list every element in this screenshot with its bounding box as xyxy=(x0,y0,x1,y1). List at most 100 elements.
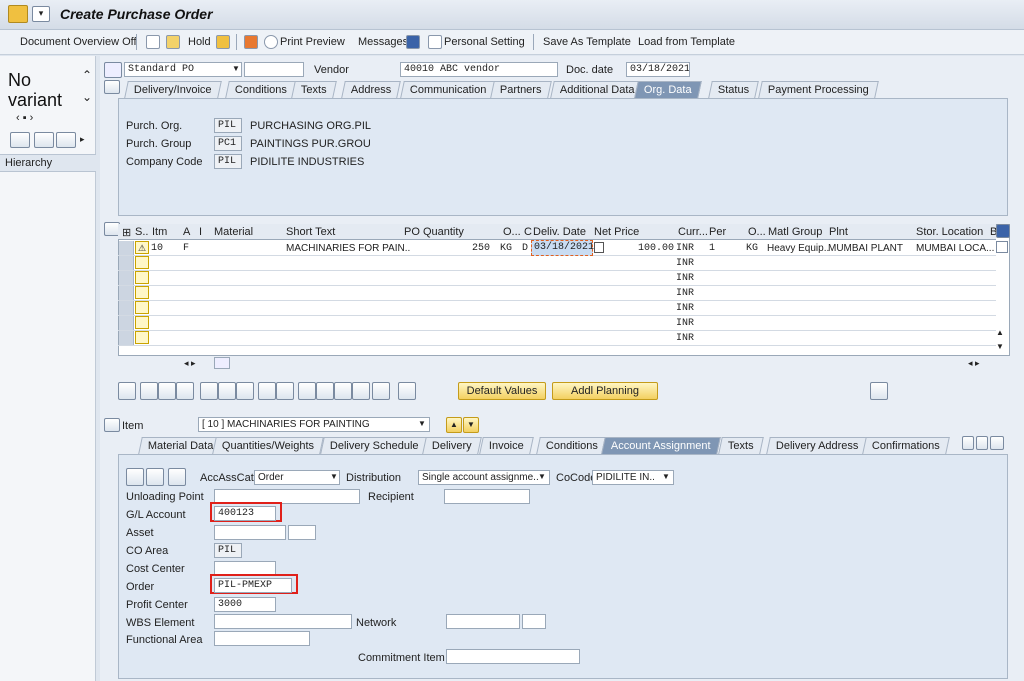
copy-icon[interactable] xyxy=(140,382,158,400)
scroll-down-icon[interactable]: ▼ xyxy=(996,342,1004,351)
chevron-down-icon[interactable]: ▼ xyxy=(538,472,546,481)
default-values-button[interactable]: Default Values xyxy=(458,382,546,400)
menu-dropdown-icon[interactable]: ▾ xyxy=(32,6,50,22)
edit-icon[interactable] xyxy=(146,468,164,486)
personal-setting-icon[interactable] xyxy=(428,35,442,49)
row-selector[interactable] xyxy=(119,241,134,255)
tab-address[interactable]: Address xyxy=(341,81,402,98)
row-selector[interactable] xyxy=(119,316,134,330)
scroll-up-icon[interactable]: ▲ xyxy=(996,328,1004,337)
sum-icon[interactable] xyxy=(352,382,370,400)
calendar-icon[interactable] xyxy=(594,242,604,253)
tab-invoice[interactable]: Invoice xyxy=(479,437,534,454)
table-row[interactable] xyxy=(118,286,996,301)
network-activity-field[interactable] xyxy=(522,614,546,629)
more-arrow-icon[interactable]: ▸ xyxy=(80,134,85,145)
acct-assignment-cell[interactable]: F xyxy=(183,243,189,254)
chevron-down-icon[interactable]: ▼ xyxy=(330,472,338,481)
next-item-button[interactable]: ▼ xyxy=(463,417,479,433)
column-header[interactable]: Matl Group xyxy=(768,226,822,238)
currency-cell[interactable]: INR xyxy=(676,258,694,269)
column-header[interactable]: A xyxy=(183,226,190,238)
column-header[interactable]: I xyxy=(199,226,202,238)
table-row[interactable] xyxy=(118,331,996,346)
table-row[interactable] xyxy=(118,256,996,271)
vendor-field[interactable]: 40010 ABC vendor xyxy=(400,62,558,77)
currency-cell[interactable]: INR xyxy=(676,318,694,329)
column-header[interactable]: Itm xyxy=(152,226,167,238)
document-overview-button[interactable]: Document Overview Off xyxy=(20,36,137,48)
purch-group-field[interactable]: PC1 xyxy=(214,136,242,151)
print-icon[interactable] xyxy=(372,382,390,400)
row-selector[interactable] xyxy=(119,286,134,300)
column-header[interactable]: Per xyxy=(709,226,726,238)
column-header[interactable]: PO Quantity xyxy=(404,226,464,238)
po-type-select[interactable]: Standard PO xyxy=(124,62,242,77)
wbs-element-field[interactable] xyxy=(214,614,352,629)
column-header[interactable]: Plnt xyxy=(829,226,848,238)
table-view-icon[interactable] xyxy=(126,468,144,486)
chevron-down-icon[interactable]: ▼ xyxy=(662,472,670,481)
functional-area-field[interactable] xyxy=(214,631,310,646)
delete-icon[interactable] xyxy=(200,382,218,400)
net-price-cell[interactable]: 100.00 xyxy=(638,243,674,254)
export-icon[interactable] xyxy=(870,382,888,400)
previous-item-button[interactable]: ▲ xyxy=(446,417,462,433)
save-as-template-button[interactable]: Save As Template xyxy=(543,36,631,48)
load-from-template-button[interactable]: Load from Template xyxy=(638,36,735,48)
scroll-left-right-icon[interactable]: ◂ ▸ xyxy=(184,358,196,369)
tab-item-texts[interactable]: Texts xyxy=(718,437,764,454)
chevron-down-icon[interactable]: ▼ xyxy=(418,419,426,428)
row-selector[interactable] xyxy=(119,256,134,270)
refresh-icon[interactable] xyxy=(56,132,76,148)
print-preview-icon[interactable] xyxy=(264,35,278,49)
tab-delivery-address[interactable]: Delivery Address xyxy=(766,437,869,454)
currency-cell[interactable]: INR xyxy=(676,273,694,284)
print-icon[interactable] xyxy=(244,35,258,49)
tab-account-assignment[interactable]: Account Assignment xyxy=(601,437,721,454)
order-unit-cell[interactable]: KG xyxy=(500,243,512,254)
chevron-down-icon[interactable]: ▼ xyxy=(232,64,240,73)
column-header[interactable]: Curr... xyxy=(678,226,708,238)
column-header[interactable]: O... xyxy=(748,226,766,238)
gl-account-field[interactable]: 400123 xyxy=(214,506,276,521)
tab-item-conditions[interactable]: Conditions xyxy=(536,437,608,454)
column-header[interactable]: Short Text xyxy=(286,226,335,238)
network-field[interactable] xyxy=(446,614,520,629)
table-row[interactable] xyxy=(118,271,996,286)
tab-texts[interactable]: Texts xyxy=(291,81,337,98)
collapse-item-detail-icon[interactable] xyxy=(104,418,120,432)
asset-field[interactable] xyxy=(214,525,286,540)
home-icon[interactable] xyxy=(168,468,186,486)
personal-setting-button[interactable]: Personal Setting xyxy=(444,36,525,48)
sap-menu-icon[interactable] xyxy=(8,5,28,23)
new-document-icon[interactable] xyxy=(146,35,160,49)
distribution-select[interactable]: Single account assignme.. xyxy=(418,470,550,485)
open-document-icon[interactable] xyxy=(166,35,180,49)
undo-icon[interactable] xyxy=(176,382,194,400)
co-area-field[interactable]: PIL xyxy=(214,543,242,558)
asset-subnumber-field[interactable] xyxy=(288,525,316,540)
addl-planning-button[interactable]: Addl Planning xyxy=(552,382,658,400)
expand-icon[interactable] xyxy=(10,132,30,148)
sort-descending-icon[interactable] xyxy=(316,382,334,400)
order-price-unit-cell[interactable]: KG xyxy=(746,243,758,254)
scroll-left-right-icon[interactable]: ◂ ▸ xyxy=(968,358,980,369)
accasscat-select[interactable]: Order xyxy=(254,470,340,485)
item-select[interactable]: [ 10 ] MACHINARIES FOR PAINTING xyxy=(198,417,430,432)
company-code-field[interactable]: PIL xyxy=(214,154,242,169)
scrollbar-thumb[interactable] xyxy=(214,357,230,369)
row-checkbox[interactable] xyxy=(996,241,1008,253)
recipient-field[interactable] xyxy=(444,489,530,504)
tab-delivery-invoice[interactable]: Delivery/Invoice xyxy=(124,81,222,98)
currency-cell[interactable]: INR xyxy=(676,333,694,344)
column-header[interactable]: Material xyxy=(214,226,253,238)
order-field[interactable]: PIL-PMEXP xyxy=(214,578,292,593)
storage-location-cell[interactable]: MUMBAI LOCA... xyxy=(916,243,994,254)
unlock-icon[interactable] xyxy=(236,382,254,400)
row-selector[interactable] xyxy=(119,301,134,315)
delivery-date-cell[interactable]: 03/18/2021 xyxy=(531,240,594,256)
print-preview-button[interactable]: Print Preview xyxy=(280,36,345,48)
po-number-field[interactable] xyxy=(244,62,304,77)
select-all-icon[interactable]: ⊞ xyxy=(122,226,131,239)
